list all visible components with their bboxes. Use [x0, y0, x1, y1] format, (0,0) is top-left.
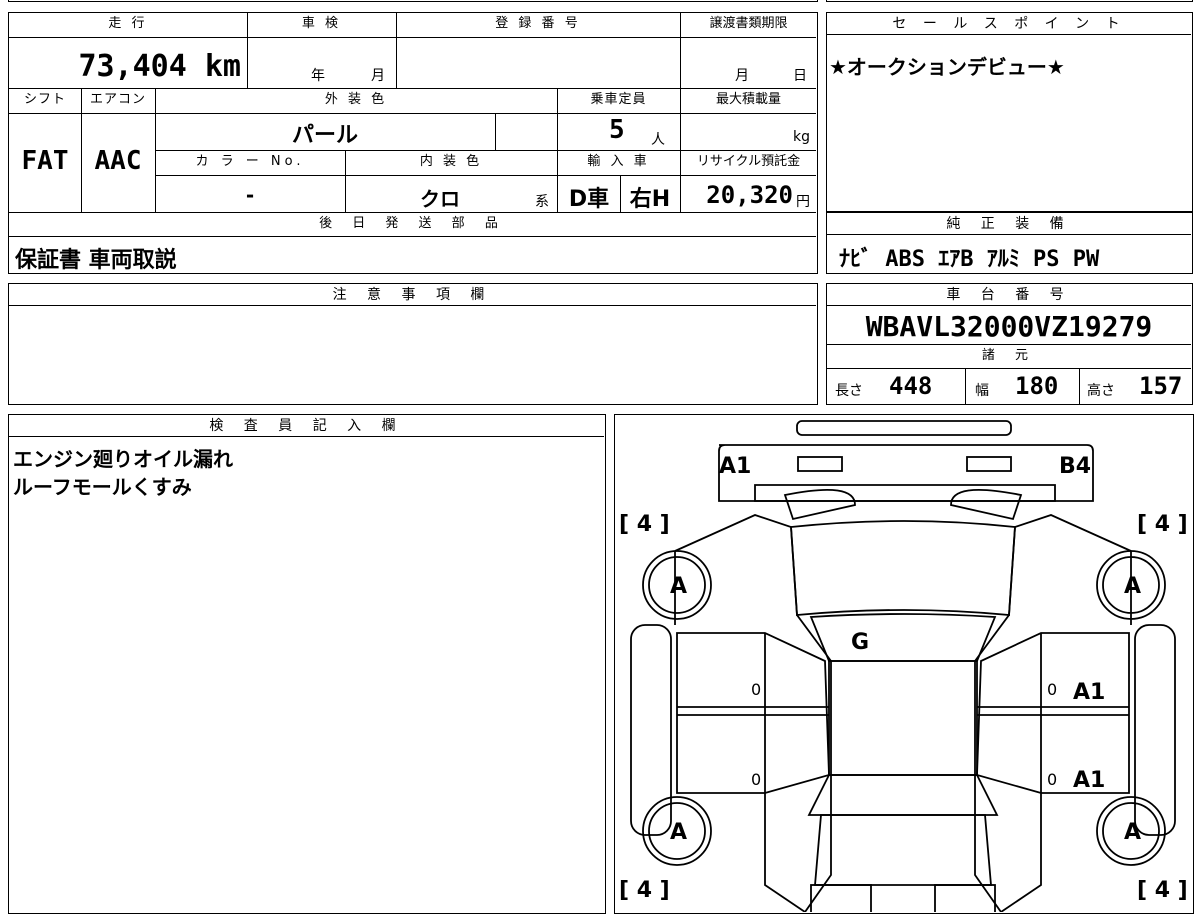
label-windshield: G	[851, 630, 869, 655]
label-front-right: B4	[1059, 454, 1091, 479]
top-cutoff-strip	[8, 0, 818, 2]
label-wheel-fl: A	[670, 574, 687, 599]
width-label: 幅	[975, 383, 989, 399]
chassis-label: 車 台 番 号	[827, 284, 1191, 306]
inspection-year-unit: 年	[311, 68, 325, 84]
color-no-label: カ ラ ー No.	[195, 154, 305, 169]
max-load-label: 最大積載量	[715, 92, 781, 107]
label-tire-rr: [ 4 ]	[1137, 878, 1188, 903]
label-tire-fr: [ 4 ]	[1137, 512, 1188, 537]
later-parts-label: 後 日 発 送 部 品	[319, 216, 506, 231]
label-wheel-fr: A	[1124, 574, 1141, 599]
inspection-label: 車 検	[301, 16, 342, 31]
interior-color-value: クロ	[420, 187, 460, 211]
color-no-value: -	[245, 183, 255, 207]
mileage-value: 73,404 km	[78, 49, 241, 84]
sales-point-label: セ ー ル ス ポ イ ン ト	[827, 13, 1191, 35]
mark-door-rl: 0	[751, 770, 761, 789]
genuine-equipment-box: 純 正 装 備 ﾅﾋﾞ ABS ｴｱB ｱﾙﾐ PS PW	[826, 212, 1193, 274]
mileage-label: 走 行	[108, 16, 148, 31]
inspector-box: 検 査 員 記 入 欄 エンジン廻りオイル漏れ ルーフモールくすみ	[8, 414, 606, 914]
genuine-equipment-label: 純 正 装 備	[827, 213, 1191, 235]
deadline-month-unit: 月	[735, 68, 749, 84]
exterior-color-label: 外 装 色	[324, 92, 388, 107]
top-cutoff-strip-right	[826, 0, 1193, 2]
height-label: 高さ	[1087, 383, 1115, 399]
load-unit: kg	[793, 129, 810, 145]
capacity-label: 乗車定員	[590, 92, 647, 107]
label-wheel-rl: A	[670, 820, 687, 845]
interior-color-label: 内 装 色	[419, 154, 483, 169]
inspector-label: 検 査 員 記 入 欄	[9, 415, 604, 437]
inspector-line-2: ルーフモールくすみ	[13, 475, 192, 499]
import-label: 輸 入 車	[587, 154, 650, 169]
height-value: 157	[1139, 372, 1183, 400]
recycle-label: リサイクル預託金	[696, 154, 801, 169]
shift-value: FAT	[21, 146, 69, 176]
label-wheel-rr: A	[1124, 820, 1141, 845]
label-tire-fl: [ 4 ]	[619, 512, 670, 537]
exterior-color-value: パール	[291, 123, 358, 148]
deadline-day-unit: 日	[793, 68, 807, 84]
interior-color-unit: 系	[535, 194, 549, 210]
shift-label: シフト	[23, 92, 66, 107]
car-diagram: A1 B4 [ 4 ] [ 4 ] [ 4 ] [ 4 ] A A A A G …	[619, 420, 1188, 912]
mark-door-fl: 0	[751, 680, 761, 699]
car-diagram-box: A1 B4 [ 4 ] [ 4 ] [ 4 ] [ 4 ] A A A A G …	[614, 414, 1194, 914]
length-value: 448	[889, 372, 933, 400]
chassis-box: 車 台 番 号 WBAVL32000VZ19279 諸 元 長さ 448 幅 1…	[826, 283, 1193, 405]
specs-label: 諸 元	[981, 348, 1037, 363]
recycle-value: 20,320	[706, 181, 793, 209]
label-front-left: A1	[719, 454, 751, 479]
length-label: 長さ	[835, 383, 863, 399]
notes-box: 注 意 事 項 欄	[8, 283, 818, 405]
inspector-line-1: エンジン廻りオイル漏れ	[13, 447, 233, 471]
import-dealer-value: D車	[568, 187, 610, 212]
sales-point-value: ★オークションデビュー★	[829, 55, 1065, 79]
vehicle-info-table: 走 行 車 検 登 録 番 号 譲渡書類期限 73,404 km 年 月 月 日…	[8, 12, 818, 274]
mark-door-rr: 0	[1047, 770, 1057, 789]
import-handle-value: 右H	[629, 187, 671, 212]
inspection-month-unit: 月	[371, 68, 385, 84]
capacity-value: 5	[609, 115, 625, 145]
later-parts-value: 保証書 車両取説	[15, 248, 177, 273]
label-door-rr: A1	[1073, 768, 1105, 793]
label-door-fr: A1	[1073, 680, 1105, 705]
chassis-value: WBAVL32000VZ19279	[865, 310, 1153, 343]
capacity-unit: 人	[651, 132, 665, 148]
width-value: 180	[1015, 372, 1059, 400]
sales-point-box: セ ー ル ス ポ イ ン ト ★オークションデビュー★	[826, 12, 1193, 212]
transfer-deadline-label: 譲渡書類期限	[709, 16, 788, 31]
aircon-value: AAC	[94, 146, 142, 176]
aircon-label: エアコン	[89, 92, 146, 107]
reg-no-label: 登 録 番 号	[495, 16, 581, 31]
genuine-equipment-value: ﾅﾋﾞ ABS ｴｱB ｱﾙﾐ PS PW	[839, 247, 1100, 272]
recycle-unit: 円	[796, 194, 810, 210]
mark-door-fr: 0	[1047, 680, 1057, 699]
notes-label: 注 意 事 項 欄	[9, 284, 816, 306]
label-tire-rl: [ 4 ]	[619, 878, 670, 903]
